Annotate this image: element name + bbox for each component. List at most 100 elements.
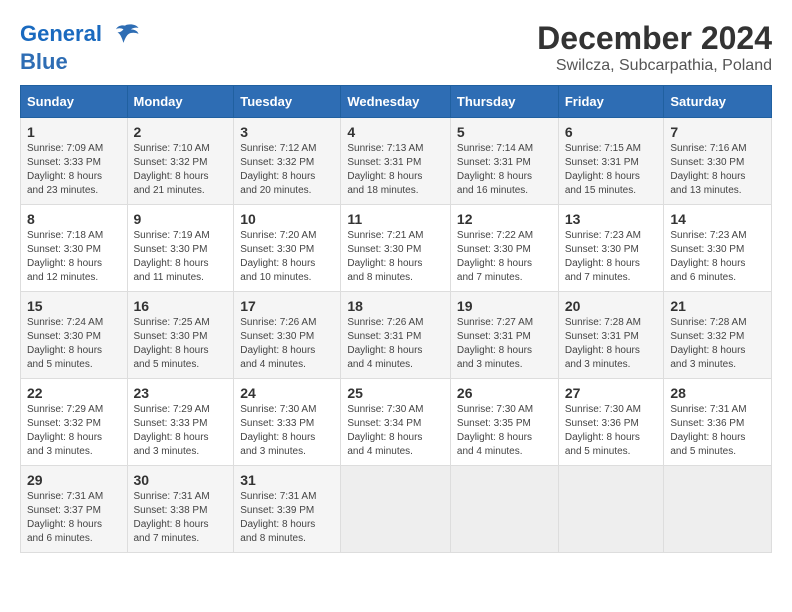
day-number: 25 bbox=[347, 385, 444, 401]
header-friday: Friday bbox=[558, 86, 664, 118]
day-details: Sunrise: 7:12 AMSunset: 3:32 PMDaylight:… bbox=[240, 143, 316, 196]
day-details: Sunrise: 7:31 AMSunset: 3:38 PMDaylight:… bbox=[134, 491, 210, 544]
day-details: Sunrise: 7:30 AMSunset: 3:36 PMDaylight:… bbox=[565, 404, 641, 457]
calendar-row-2: 8 Sunrise: 7:18 AMSunset: 3:30 PMDayligh… bbox=[21, 205, 772, 292]
day-number: 27 bbox=[565, 385, 658, 401]
day-details: Sunrise: 7:10 AMSunset: 3:32 PMDaylight:… bbox=[134, 143, 210, 196]
day-number: 17 bbox=[240, 298, 334, 314]
day-number: 4 bbox=[347, 124, 444, 140]
day-number: 9 bbox=[134, 211, 228, 227]
calendar-row-1: 1 Sunrise: 7:09 AMSunset: 3:33 PMDayligh… bbox=[21, 118, 772, 205]
day-details: Sunrise: 7:14 AMSunset: 3:31 PMDaylight:… bbox=[457, 143, 533, 196]
day-number: 28 bbox=[670, 385, 765, 401]
day-details: Sunrise: 7:26 AMSunset: 3:31 PMDaylight:… bbox=[347, 317, 423, 370]
calendar-cell bbox=[664, 466, 772, 553]
day-number: 19 bbox=[457, 298, 552, 314]
day-details: Sunrise: 7:22 AMSunset: 3:30 PMDaylight:… bbox=[457, 230, 533, 283]
day-details: Sunrise: 7:28 AMSunset: 3:31 PMDaylight:… bbox=[565, 317, 641, 370]
calendar-cell: 28 Sunrise: 7:31 AMSunset: 3:36 PMDaylig… bbox=[664, 379, 772, 466]
day-number: 21 bbox=[670, 298, 765, 314]
day-details: Sunrise: 7:30 AMSunset: 3:33 PMDaylight:… bbox=[240, 404, 316, 457]
header: General Blue December 2024 Swilcza, Subc… bbox=[20, 20, 772, 75]
calendar-cell: 12 Sunrise: 7:22 AMSunset: 3:30 PMDaylig… bbox=[450, 205, 558, 292]
calendar-cell: 18 Sunrise: 7:26 AMSunset: 3:31 PMDaylig… bbox=[341, 292, 451, 379]
day-details: Sunrise: 7:20 AMSunset: 3:30 PMDaylight:… bbox=[240, 230, 316, 283]
weekday-header-row: Sunday Monday Tuesday Wednesday Thursday… bbox=[21, 86, 772, 118]
header-sunday: Sunday bbox=[21, 86, 128, 118]
calendar-cell: 4 Sunrise: 7:13 AMSunset: 3:31 PMDayligh… bbox=[341, 118, 451, 205]
day-number: 11 bbox=[347, 211, 444, 227]
day-number: 2 bbox=[134, 124, 228, 140]
day-details: Sunrise: 7:30 AMSunset: 3:35 PMDaylight:… bbox=[457, 404, 533, 457]
calendar-cell: 11 Sunrise: 7:21 AMSunset: 3:30 PMDaylig… bbox=[341, 205, 451, 292]
day-details: Sunrise: 7:16 AMSunset: 3:30 PMDaylight:… bbox=[670, 143, 746, 196]
day-details: Sunrise: 7:25 AMSunset: 3:30 PMDaylight:… bbox=[134, 317, 210, 370]
day-details: Sunrise: 7:29 AMSunset: 3:32 PMDaylight:… bbox=[27, 404, 103, 457]
day-number: 8 bbox=[27, 211, 121, 227]
calendar-cell bbox=[341, 466, 451, 553]
day-details: Sunrise: 7:09 AMSunset: 3:33 PMDaylight:… bbox=[27, 143, 103, 196]
calendar-cell: 16 Sunrise: 7:25 AMSunset: 3:30 PMDaylig… bbox=[127, 292, 234, 379]
calendar-cell: 13 Sunrise: 7:23 AMSunset: 3:30 PMDaylig… bbox=[558, 205, 664, 292]
day-number: 10 bbox=[240, 211, 334, 227]
calendar-cell: 2 Sunrise: 7:10 AMSunset: 3:32 PMDayligh… bbox=[127, 118, 234, 205]
calendar-row-5: 29 Sunrise: 7:31 AMSunset: 3:37 PMDaylig… bbox=[21, 466, 772, 553]
day-number: 24 bbox=[240, 385, 334, 401]
calendar-cell: 10 Sunrise: 7:20 AMSunset: 3:30 PMDaylig… bbox=[234, 205, 341, 292]
day-number: 31 bbox=[240, 472, 334, 488]
calendar-cell: 26 Sunrise: 7:30 AMSunset: 3:35 PMDaylig… bbox=[450, 379, 558, 466]
day-details: Sunrise: 7:13 AMSunset: 3:31 PMDaylight:… bbox=[347, 143, 423, 196]
calendar-cell: 22 Sunrise: 7:29 AMSunset: 3:32 PMDaylig… bbox=[21, 379, 128, 466]
calendar-cell: 20 Sunrise: 7:28 AMSunset: 3:31 PMDaylig… bbox=[558, 292, 664, 379]
day-number: 26 bbox=[457, 385, 552, 401]
day-details: Sunrise: 7:18 AMSunset: 3:30 PMDaylight:… bbox=[27, 230, 103, 283]
day-details: Sunrise: 7:29 AMSunset: 3:33 PMDaylight:… bbox=[134, 404, 210, 457]
day-number: 14 bbox=[670, 211, 765, 227]
day-details: Sunrise: 7:27 AMSunset: 3:31 PMDaylight:… bbox=[457, 317, 533, 370]
logo-text: General Blue bbox=[20, 20, 140, 74]
title-section: December 2024 Swilcza, Subcarpathia, Pol… bbox=[537, 20, 772, 75]
calendar-cell: 24 Sunrise: 7:30 AMSunset: 3:33 PMDaylig… bbox=[234, 379, 341, 466]
calendar-cell: 1 Sunrise: 7:09 AMSunset: 3:33 PMDayligh… bbox=[21, 118, 128, 205]
day-number: 18 bbox=[347, 298, 444, 314]
calendar-cell: 27 Sunrise: 7:30 AMSunset: 3:36 PMDaylig… bbox=[558, 379, 664, 466]
calendar-cell bbox=[558, 466, 664, 553]
day-number: 20 bbox=[565, 298, 658, 314]
logo: General Blue bbox=[20, 20, 140, 74]
calendar-cell: 8 Sunrise: 7:18 AMSunset: 3:30 PMDayligh… bbox=[21, 205, 128, 292]
day-number: 29 bbox=[27, 472, 121, 488]
header-tuesday: Tuesday bbox=[234, 86, 341, 118]
calendar-cell: 29 Sunrise: 7:31 AMSunset: 3:37 PMDaylig… bbox=[21, 466, 128, 553]
day-number: 22 bbox=[27, 385, 121, 401]
calendar-cell: 19 Sunrise: 7:27 AMSunset: 3:31 PMDaylig… bbox=[450, 292, 558, 379]
day-details: Sunrise: 7:24 AMSunset: 3:30 PMDaylight:… bbox=[27, 317, 103, 370]
day-number: 3 bbox=[240, 124, 334, 140]
day-number: 16 bbox=[134, 298, 228, 314]
calendar-cell: 7 Sunrise: 7:16 AMSunset: 3:30 PMDayligh… bbox=[664, 118, 772, 205]
day-number: 5 bbox=[457, 124, 552, 140]
day-details: Sunrise: 7:21 AMSunset: 3:30 PMDaylight:… bbox=[347, 230, 423, 283]
header-saturday: Saturday bbox=[664, 86, 772, 118]
day-details: Sunrise: 7:31 AMSunset: 3:39 PMDaylight:… bbox=[240, 491, 316, 544]
header-monday: Monday bbox=[127, 86, 234, 118]
calendar-cell: 9 Sunrise: 7:19 AMSunset: 3:30 PMDayligh… bbox=[127, 205, 234, 292]
calendar-table: Sunday Monday Tuesday Wednesday Thursday… bbox=[20, 85, 772, 553]
header-wednesday: Wednesday bbox=[341, 86, 451, 118]
day-details: Sunrise: 7:23 AMSunset: 3:30 PMDaylight:… bbox=[565, 230, 641, 283]
day-details: Sunrise: 7:23 AMSunset: 3:30 PMDaylight:… bbox=[670, 230, 746, 283]
calendar-cell: 21 Sunrise: 7:28 AMSunset: 3:32 PMDaylig… bbox=[664, 292, 772, 379]
day-details: Sunrise: 7:19 AMSunset: 3:30 PMDaylight:… bbox=[134, 230, 210, 283]
day-number: 13 bbox=[565, 211, 658, 227]
month-title: December 2024 bbox=[537, 20, 772, 57]
day-number: 23 bbox=[134, 385, 228, 401]
day-details: Sunrise: 7:31 AMSunset: 3:37 PMDaylight:… bbox=[27, 491, 103, 544]
day-details: Sunrise: 7:31 AMSunset: 3:36 PMDaylight:… bbox=[670, 404, 746, 457]
location-title: Swilcza, Subcarpathia, Poland bbox=[537, 57, 772, 75]
day-details: Sunrise: 7:26 AMSunset: 3:30 PMDaylight:… bbox=[240, 317, 316, 370]
calendar-cell: 5 Sunrise: 7:14 AMSunset: 3:31 PMDayligh… bbox=[450, 118, 558, 205]
calendar-cell: 30 Sunrise: 7:31 AMSunset: 3:38 PMDaylig… bbox=[127, 466, 234, 553]
day-details: Sunrise: 7:15 AMSunset: 3:31 PMDaylight:… bbox=[565, 143, 641, 196]
day-number: 30 bbox=[134, 472, 228, 488]
calendar-cell bbox=[450, 466, 558, 553]
calendar-row-3: 15 Sunrise: 7:24 AMSunset: 3:30 PMDaylig… bbox=[21, 292, 772, 379]
